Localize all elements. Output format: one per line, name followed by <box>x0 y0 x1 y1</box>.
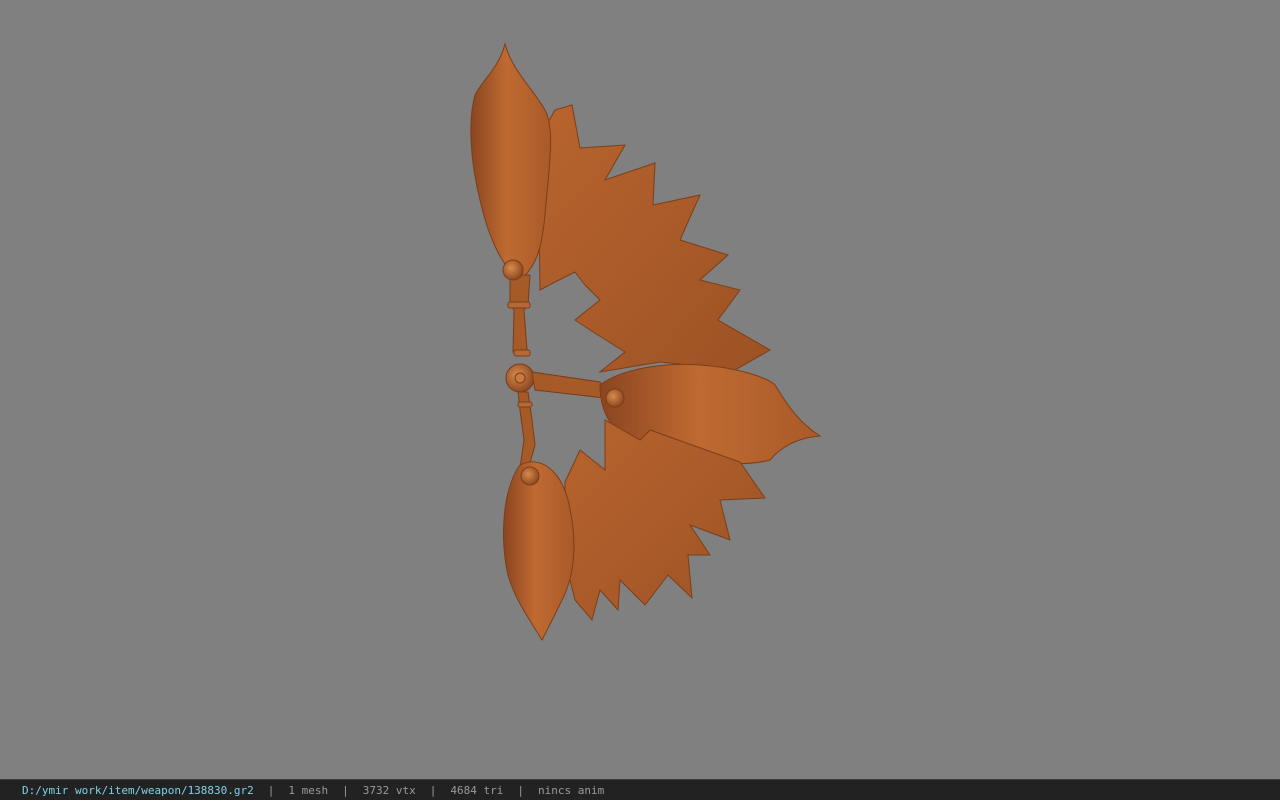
file-path: D:/ymir work/item/weapon/138830.gr2 <box>22 783 254 797</box>
lower-knob <box>520 466 540 486</box>
triangle-count: 4684 tri <box>450 783 504 797</box>
lower-leaf-blade <box>503 461 575 642</box>
joint-ring-bottom <box>517 401 533 408</box>
separator: | <box>517 783 525 797</box>
model-render <box>470 42 822 642</box>
middle-knob <box>605 388 625 408</box>
joint-ring-lower <box>513 349 531 357</box>
mesh-count: 1 mesh <box>288 783 329 797</box>
upper-leaf-blade <box>470 42 552 281</box>
joint-ring-upper <box>507 301 531 309</box>
vertex-count: 3732 vtx <box>362 783 416 797</box>
upper-serrated-blade <box>537 104 772 373</box>
3d-viewport[interactable] <box>0 0 1280 779</box>
separator: | <box>267 783 275 797</box>
central-hub-inner <box>514 372 526 384</box>
status-bar: D:/ymir work/item/weapon/138830.gr2 | 1 … <box>0 779 1280 800</box>
middle-arm <box>531 371 606 399</box>
separator: | <box>429 783 437 797</box>
upper-knob <box>502 259 524 281</box>
upper-shaft <box>509 274 531 353</box>
animation-status: nincs anim <box>538 783 605 797</box>
separator: | <box>342 783 349 797</box>
